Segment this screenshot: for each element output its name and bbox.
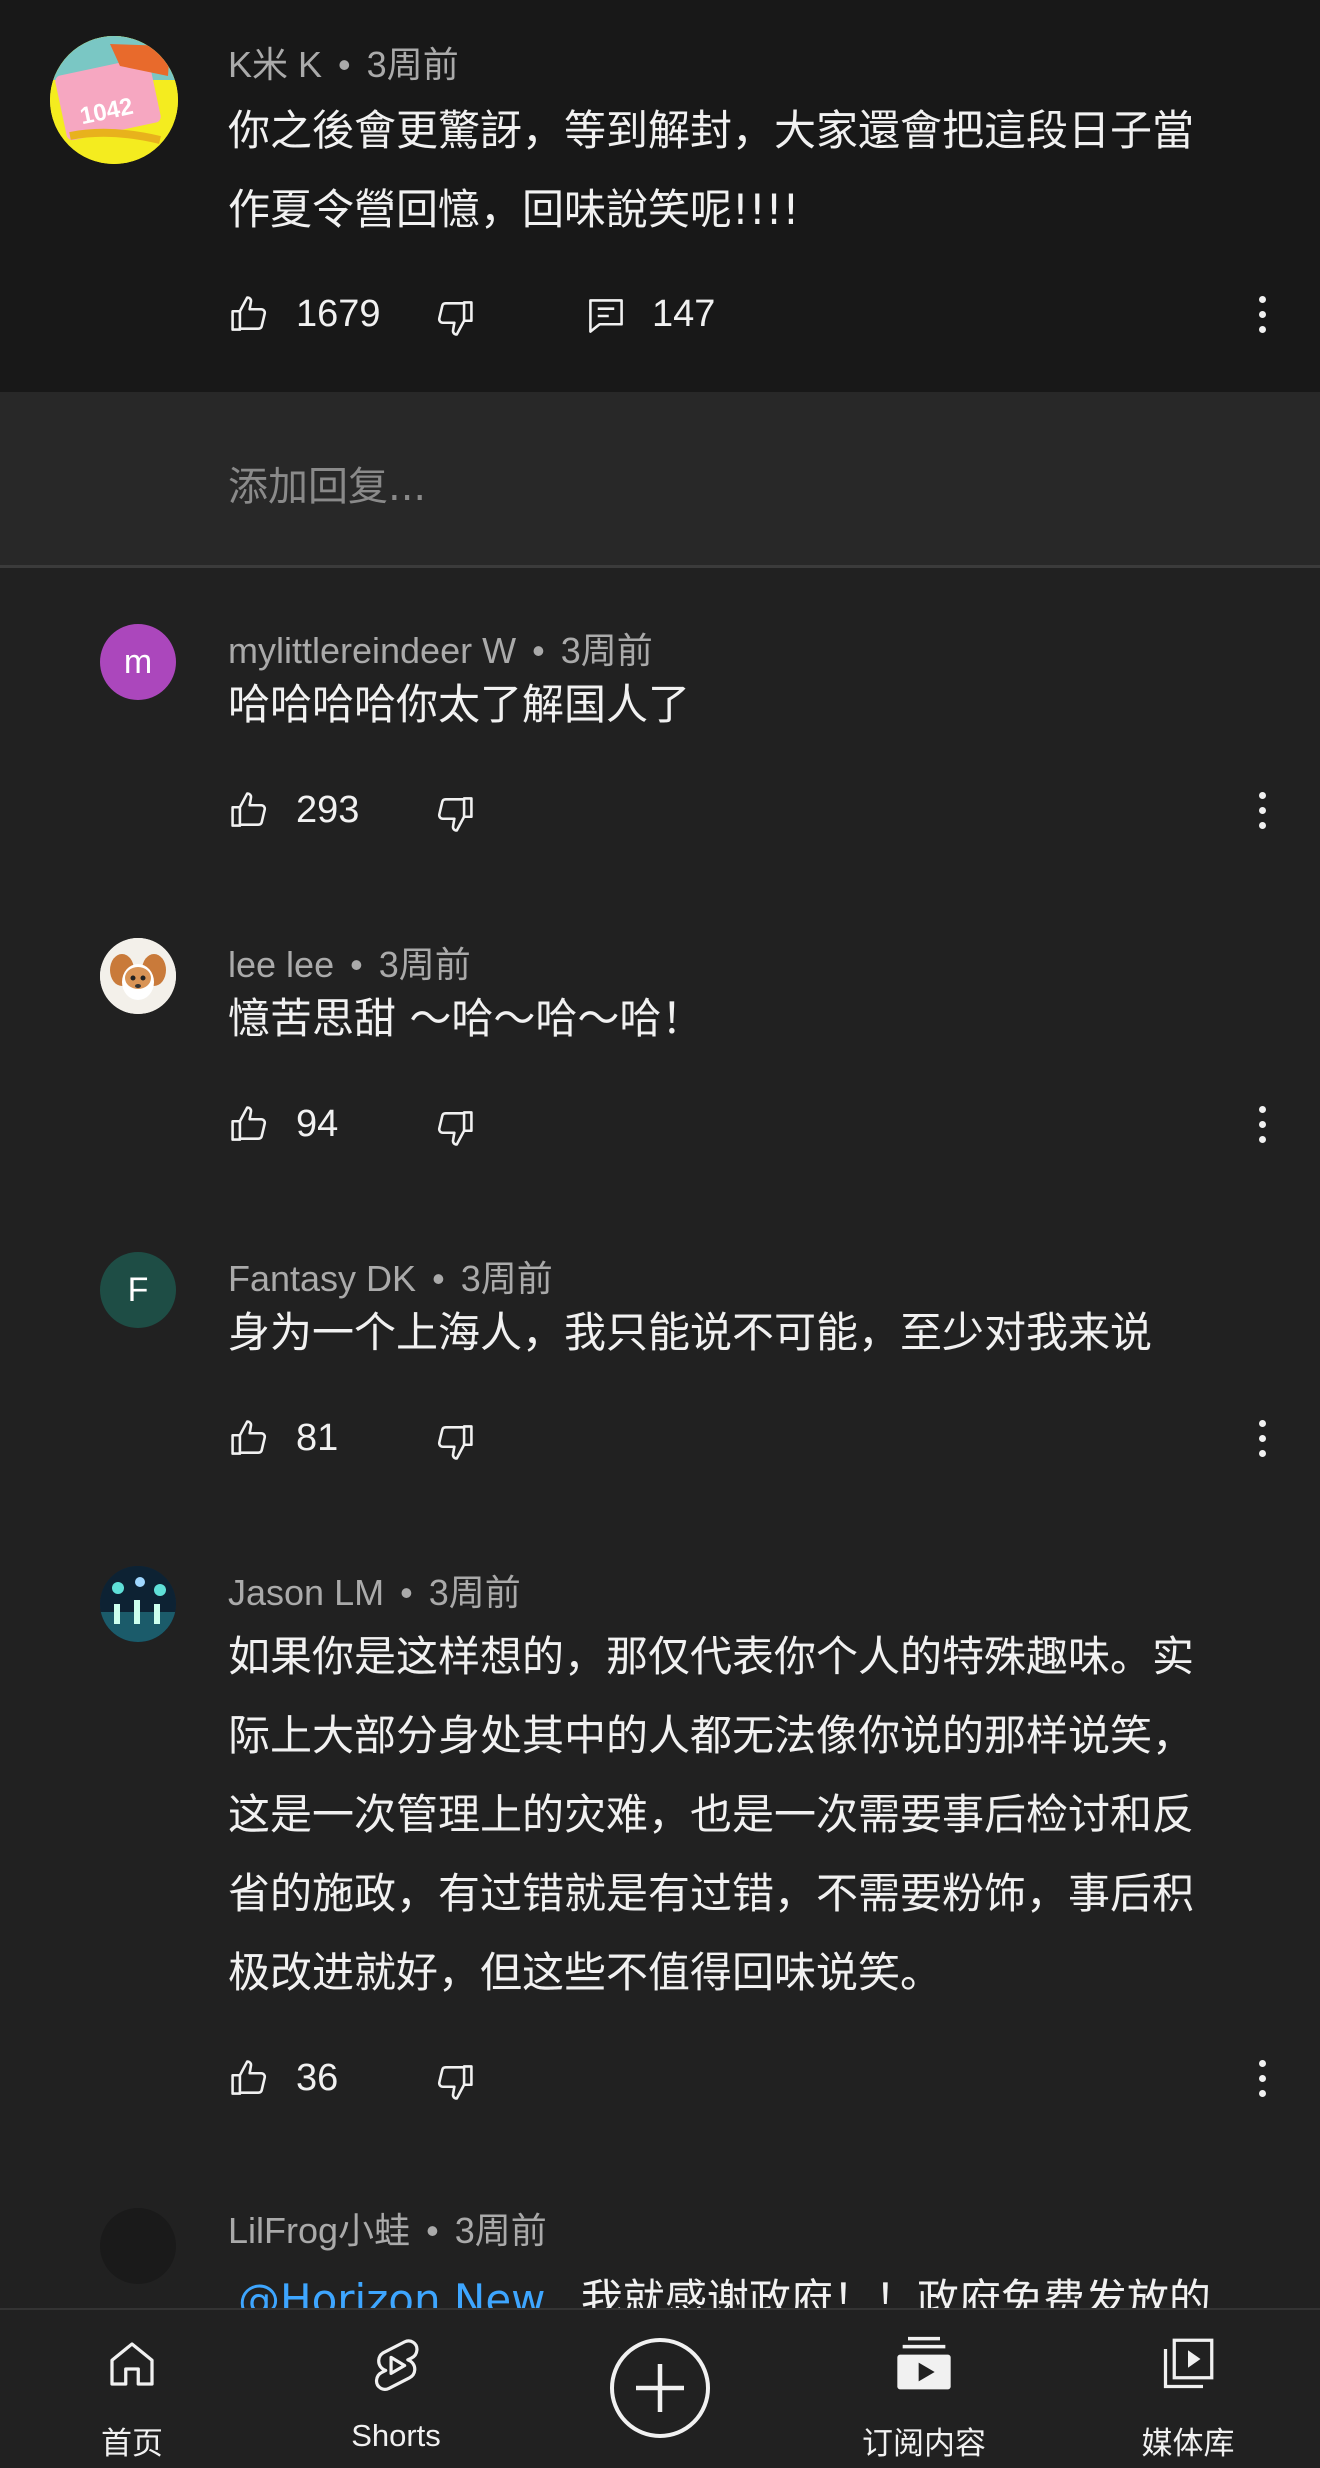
reply-actions: 94: [0, 1084, 1320, 1164]
more-options-icon[interactable]: [1242, 770, 1282, 850]
more-options-icon[interactable]: [1242, 2038, 1282, 2118]
comment-thread-screen: 1042 K米 K • 3周前 你之後會更驚訝，等到解封，大家還會把這段日子當 …: [0, 0, 1320, 2468]
like-count: 36: [296, 2057, 339, 2099]
reply-actions: 36: [0, 2038, 1320, 2118]
nav-label: 媒体库: [1141, 2426, 1235, 2461]
reply-meta: LilFrog小蛙 • 3周前: [228, 2202, 547, 2254]
reply-item: lee lee • 3周前 憶苦思甜 ～哈～哈～哈！ 94: [0, 914, 1320, 1204]
comment-line: 如果你是这样想的，那仅代表你个人的特殊趣味。实: [228, 1632, 1195, 1681]
reply-item: F Fantasy DK • 3周前 身为一个上海人，我只能说不可能，至少对我来…: [0, 1228, 1320, 1518]
avatar-letter: m: [123, 642, 153, 681]
reply-count[interactable]: 147: [652, 274, 715, 354]
thumb-down-icon[interactable]: [432, 296, 476, 340]
thumb-up-icon[interactable]: [228, 2056, 272, 2100]
nav-create[interactable]: [550, 2310, 770, 2468]
comment-line: 作夏令營回憶，回味說笑呢!!!!: [228, 185, 800, 234]
add-reply-input[interactable]: 添加回复...: [228, 454, 426, 512]
reply-actions: 81: [0, 1398, 1320, 1478]
add-reply-bar[interactable]: 添加回复...: [0, 392, 1320, 568]
thumb-down-icon[interactable]: [432, 792, 476, 836]
library-icon: [1163, 2338, 1214, 2389]
timestamp: 3周前: [454, 2210, 547, 2251]
separator-dot: •: [426, 2210, 439, 2251]
timestamp: 3周前: [428, 1572, 521, 1613]
reply-meta: Jason LM • 3周前: [228, 1564, 521, 1616]
avatar-letter: F: [127, 1270, 149, 1309]
mention-link[interactable]: @Horizon New: [238, 2275, 546, 2308]
reply-text: 哈哈哈哈你太了解国人了: [228, 665, 690, 744]
reply-text: @Horizon New 我就感谢政府！！政府免费发放的: [238, 2260, 1211, 2308]
thumb-up-icon[interactable]: [228, 1416, 272, 1460]
reply-avatar[interactable]: [100, 1566, 176, 1642]
reply-avatar[interactable]: [100, 938, 176, 1014]
like-count: 81: [296, 1417, 339, 1459]
author-name[interactable]: LilFrog小蛙: [228, 2210, 410, 2251]
nav-shorts[interactable]: Shorts: [286, 2310, 506, 2468]
more-options-icon[interactable]: [1242, 1084, 1282, 1164]
thumb-up-icon[interactable]: [228, 292, 272, 336]
comment-icon[interactable]: [584, 294, 628, 338]
home-icon: [110, 2342, 154, 2386]
top-comment-text: 你之後會更驚訝，等到解封，大家還會把這段日子當 作夏令營回憶，回味說笑呢!!!!: [228, 91, 1194, 249]
reply-item: m mylittlereindeer W • 3周前 哈哈哈哈你太了解国人了 2…: [0, 600, 1320, 890]
nav-label: Shorts: [351, 2418, 441, 2453]
thumb-down-icon[interactable]: [432, 1106, 476, 1150]
reply-avatar[interactable]: [100, 2208, 176, 2284]
separator-dot: •: [338, 44, 351, 85]
top-comment-actions: 1679 147: [0, 274, 1320, 354]
comment-line: 身为一个上海人，我只能说不可能，至少对我来说: [228, 1308, 1153, 1357]
reply-text: 身为一个上海人，我只能说不可能，至少对我来说: [228, 1293, 1152, 1372]
nav-library[interactable]: 媒体库: [1078, 2310, 1298, 2468]
bottom-navigation-bar: 首页 Shorts 订阅内容 媒体库: [0, 2308, 1320, 2468]
nav-label: 首页: [101, 2426, 163, 2461]
reply-text: 如果你是这样想的，那仅代表你个人的特殊趣味。实 际上大部分身处其中的人都无法像你…: [228, 1617, 1194, 2012]
comment-line: 际上大部分身处其中的人都无法像你说的那样说笑，: [228, 1711, 1195, 1760]
top-comment-meta: K米 K • 3周前: [228, 36, 459, 88]
create-plus-icon: [610, 2338, 710, 2438]
comment-line: 这是一次管理上的灾难，也是一次需要事后检讨和反: [228, 1790, 1195, 1839]
like-count: 1679: [296, 293, 381, 335]
nav-subscriptions[interactable]: 订阅内容: [814, 2310, 1034, 2468]
reply-avatar[interactable]: F: [100, 1252, 176, 1328]
nav-home[interactable]: 首页: [22, 2310, 242, 2468]
comment-line: 极改进就好，但这些不值得回味说笑。: [228, 1948, 943, 1997]
comment-line: 你之後會更驚訝，等到解封，大家還會把這段日子當: [228, 106, 1195, 155]
like-count: 293: [296, 789, 360, 831]
reply-avatar[interactable]: m: [100, 624, 176, 700]
comment-line: 憶苦思甜 ～哈～哈～哈！: [228, 994, 704, 1043]
thumb-down-icon[interactable]: [432, 1420, 476, 1464]
nav-label: 订阅内容: [862, 2426, 986, 2461]
top-comment-avatar[interactable]: 1042: [50, 36, 178, 164]
more-options-icon[interactable]: [1242, 274, 1282, 354]
stage-avatar-icon: [100, 1566, 176, 1642]
thumb-down-icon[interactable]: [432, 2060, 476, 2104]
thumb-up-icon[interactable]: [228, 788, 272, 832]
reply-item: LilFrog小蛙 • 3周前 @Horizon New 我就感谢政府！！政府免…: [0, 2180, 1320, 2308]
top-comment: 1042 K米 K • 3周前 你之後會更驚訝，等到解封，大家還會把這段日子當 …: [0, 0, 1320, 392]
like-count: 94: [296, 1103, 339, 1145]
dog-avatar-icon: [100, 938, 176, 1014]
author-name[interactable]: Jason LM: [228, 1572, 384, 1613]
separator-dot: •: [400, 1572, 413, 1613]
reply-text: 憶苦思甜 ～哈～哈～哈！: [228, 979, 703, 1058]
reply-actions: 293: [0, 770, 1320, 850]
subscriptions-icon: [897, 2336, 951, 2390]
more-options-icon[interactable]: [1242, 1398, 1282, 1478]
comment-line: 哈哈哈哈你太了解国人了: [228, 680, 691, 729]
comment-line: 省的施政，有过错就是有过错，不需要粉饰，事后积: [228, 1869, 1195, 1918]
comment-line: 我就感谢政府！！政府免费发放的: [580, 2275, 1211, 2308]
timestamp: 3周前: [366, 44, 459, 85]
shorts-icon: [374, 2339, 419, 2391]
author-name[interactable]: K米 K: [228, 44, 322, 85]
thumb-up-icon[interactable]: [228, 1102, 272, 1146]
reply-item: Jason LM • 3周前 如果你是这样想的，那仅代表你个人的特殊趣味。实 际…: [0, 1542, 1320, 2156]
